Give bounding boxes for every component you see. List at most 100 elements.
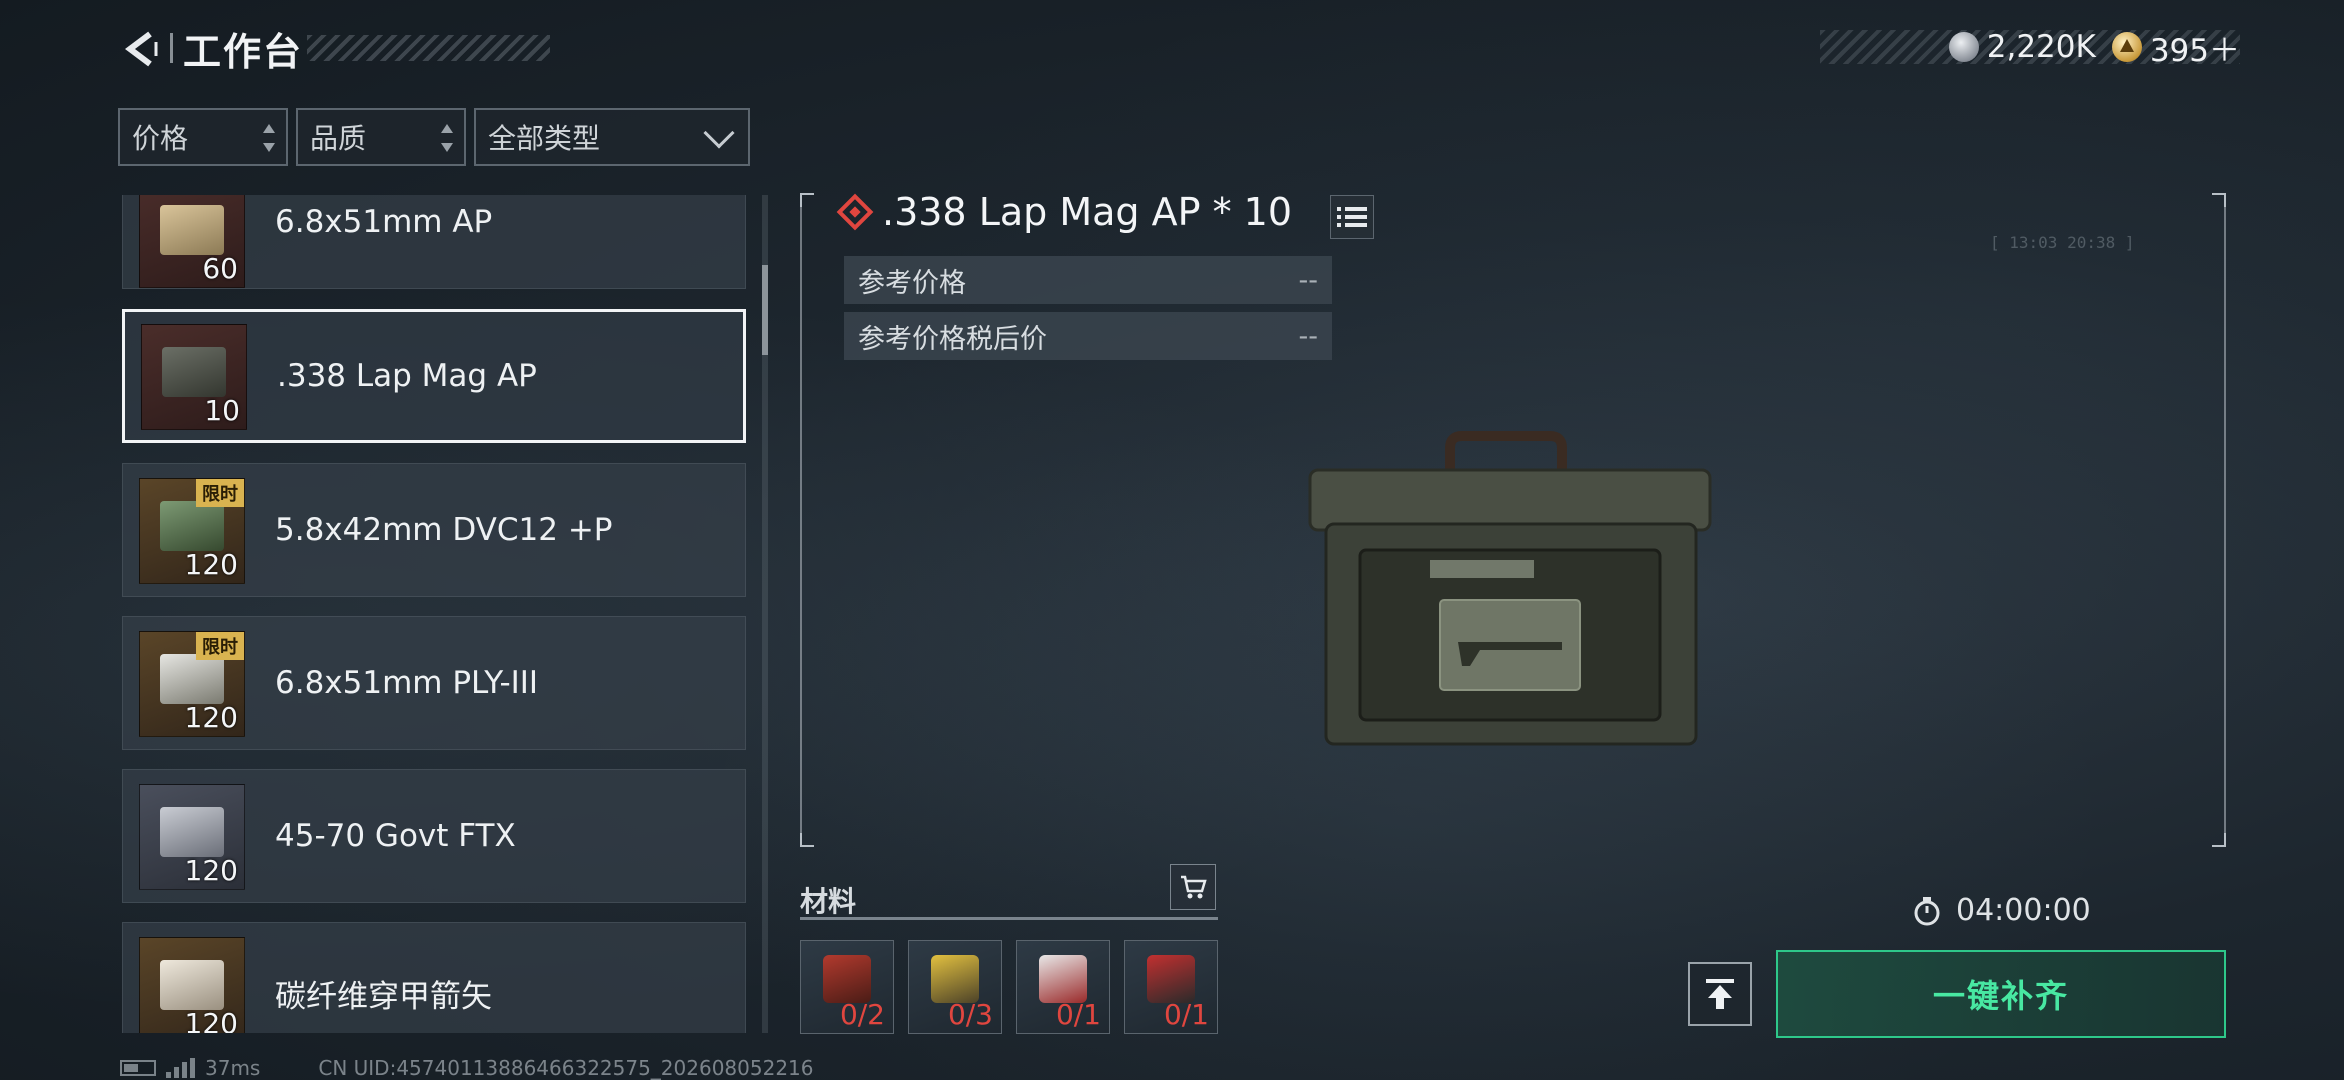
material-slot[interactable]: 0/1	[1016, 940, 1110, 1034]
materials-label: 材料	[800, 885, 857, 918]
red-parts-icon	[823, 955, 871, 1003]
price-sort-dropdown[interactable]: 价格	[118, 108, 288, 166]
item-name: 5.8x42mm DVC12 +P	[275, 512, 613, 548]
item-quantity: 60	[202, 252, 238, 285]
status-bar: 37ms CN UID:457401138864663225​75_202608…	[120, 1056, 814, 1080]
hud-readout: [ 13:03 20:38 ]	[1990, 233, 2135, 252]
material-count: 0/2	[839, 998, 885, 1031]
item-list[interactable]: 60 6.8x51mm AP 10 .338 Lap Mag AP 限时 120…	[120, 195, 748, 1033]
material-count: 0/1	[1163, 998, 1209, 1031]
ammo-round-icon	[160, 654, 224, 704]
item-thumbnail: 限时 120	[139, 631, 245, 737]
material-slot[interactable]: 0/2	[800, 940, 894, 1034]
ammo-can-image	[1308, 431, 1712, 746]
list-item[interactable]: 限时 120 5.8x42mm DVC12 +P	[122, 463, 746, 597]
materials-divider	[800, 917, 1218, 920]
yellow-tool-icon	[931, 955, 979, 1003]
reference-price-after-tax-label: 参考价格税后价	[858, 323, 1047, 355]
title-separator	[170, 33, 173, 63]
reference-price-after-tax-value: --	[1298, 320, 1319, 352]
item-thumbnail: 120	[139, 784, 245, 890]
price-sort-label: 价格	[132, 122, 189, 155]
ammo-clip-icon	[160, 501, 224, 551]
frame-corner	[800, 193, 814, 207]
item-quantity: 120	[184, 548, 238, 581]
limited-tag: 限时	[196, 479, 244, 507]
signal-icon	[166, 1058, 195, 1078]
material-count: 0/3	[947, 998, 993, 1031]
item-name: .338 Lap Mag AP	[277, 358, 537, 394]
list-item[interactable]: 120 45-70 Govt FTX	[122, 769, 746, 903]
item-thumbnail: 10	[141, 324, 247, 430]
canister-icon	[1147, 955, 1195, 1003]
gold-coin-icon	[2111, 32, 2142, 62]
craft-timer: 04:00:00	[1910, 893, 2091, 928]
quality-sort-label: 品质	[310, 122, 367, 155]
material-count: 0/1	[1055, 998, 1101, 1031]
currency-silver[interactable]: 2,220K	[1948, 29, 2096, 65]
item-name: 6.8x51mm PLY-III	[275, 665, 539, 701]
item-quantity: 120	[184, 701, 238, 734]
reference-price-after-tax-row: 参考价格税后价 --	[844, 312, 1332, 360]
battery-icon	[120, 1060, 156, 1076]
ammo-can-icon	[162, 347, 226, 397]
frame-border-right	[2224, 193, 2226, 847]
type-filter-dropdown[interactable]: 全部类型	[474, 108, 750, 166]
chevron-down-icon	[703, 117, 735, 149]
user-uid: CN UID:457401138864663225​75_20260805221…	[318, 1056, 814, 1080]
limited-tag: 限时	[196, 632, 244, 660]
item-name: 碳纤维穿甲箭矢	[275, 979, 492, 1015]
list-item[interactable]: 60 6.8x51mm AP	[122, 195, 746, 289]
list-scrollbar-thumb[interactable]	[762, 265, 768, 355]
title-hatch-decoration	[307, 35, 550, 61]
frame-border-left	[800, 193, 802, 847]
type-filter-label: 全部类型	[488, 122, 601, 155]
item-quantity: 10	[204, 394, 240, 427]
currency-gold-value: 395＋	[2149, 32, 2240, 69]
reference-price-value: --	[1298, 264, 1319, 296]
currency-gold[interactable]: 395＋	[2111, 25, 2240, 70]
item-detail-name: .338 Lap Mag AP * 10	[882, 190, 1293, 234]
page-title: 工作台	[183, 29, 304, 74]
back-button[interactable]	[118, 26, 164, 72]
list-item[interactable]: 120 碳纤维穿甲箭矢	[122, 922, 746, 1033]
frame-corner	[2212, 193, 2226, 207]
back-arrow-icon	[125, 31, 158, 67]
item-info-list-button[interactable]	[1330, 195, 1374, 239]
auto-fill-button[interactable]: 一键补齐	[1776, 950, 2226, 1038]
timer-icon	[1914, 896, 1940, 925]
pin-to-top-button[interactable]	[1688, 962, 1752, 1026]
frame-corner	[800, 833, 814, 847]
material-slot[interactable]: 0/1	[1124, 940, 1218, 1034]
item-detail-title: .338 Lap Mag AP * 10	[836, 190, 1293, 234]
rarity-diamond-icon	[836, 193, 874, 231]
currency-silver-value: 2,220K	[1986, 29, 2096, 65]
currency-bar: 2,220K 395＋	[1820, 29, 2240, 69]
item-quantity: 120	[184, 854, 238, 887]
card-icon	[1039, 955, 1087, 1003]
item-thumbnail: 60	[139, 195, 245, 288]
item-quantity: 120	[184, 1007, 238, 1033]
ammo-box-icon	[160, 807, 224, 857]
craft-timer-value: 04:00:00	[1956, 893, 2091, 928]
cart-icon	[1181, 875, 1207, 899]
item-name: 6.8x51mm AP	[275, 204, 493, 240]
ping-value: 37ms	[205, 1056, 261, 1080]
reference-price-row: 参考价格 --	[844, 256, 1332, 304]
buy-materials-button[interactable]	[1170, 864, 1216, 910]
frame-corner	[2212, 833, 2226, 847]
list-item[interactable]: 限时 120 6.8x51mm PLY-III	[122, 616, 746, 750]
sort-arrows-icon	[262, 124, 276, 152]
item-name: 45-70 Govt FTX	[275, 818, 516, 854]
item-thumbnail: 120	[139, 937, 245, 1033]
item-thumbnail: 限时 120	[139, 478, 245, 584]
sort-arrows-icon	[440, 124, 454, 152]
silver-coin-icon	[1948, 32, 1979, 62]
list-item-selected[interactable]: 10 .338 Lap Mag AP	[122, 309, 746, 443]
quality-sort-dropdown[interactable]: 品质	[296, 108, 466, 166]
material-slot[interactable]: 0/3	[908, 940, 1002, 1034]
page-title-bar: 工作台	[170, 30, 550, 74]
arrow-box-icon	[160, 960, 224, 1010]
ammo-box-icon	[160, 205, 224, 255]
reference-price-label: 参考价格	[858, 267, 966, 299]
